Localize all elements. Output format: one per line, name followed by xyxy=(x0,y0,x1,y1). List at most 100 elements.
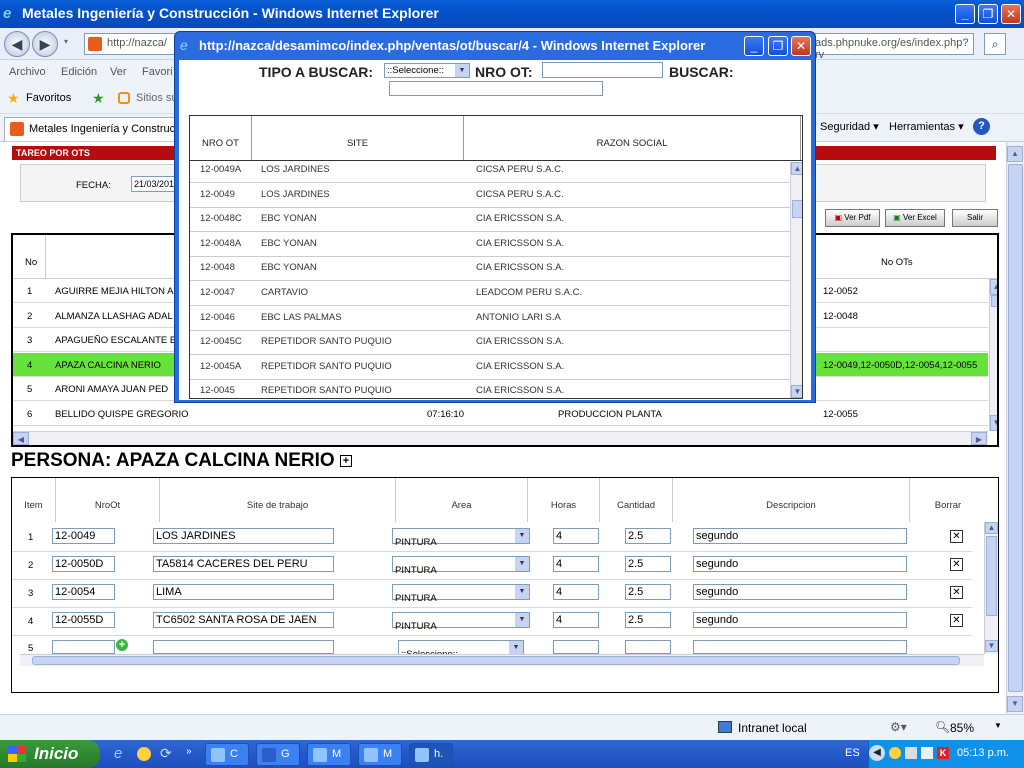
zoom-label[interactable]: 85% xyxy=(950,721,974,735)
cantidad-input[interactable]: 2.5 xyxy=(625,612,671,628)
close-button[interactable]: ✕ xyxy=(1001,4,1021,24)
ot-result-row[interactable]: 12-0048A EBC YONAN CIA ERICSSON S.A. xyxy=(190,232,790,257)
new-horas-input[interactable] xyxy=(553,640,599,654)
popup-minimize-button[interactable]: _ xyxy=(744,36,764,56)
menu-archivo[interactable]: Archivo xyxy=(9,66,46,78)
back-button[interactable]: ◀ xyxy=(4,31,30,57)
horas-input[interactable]: 4 xyxy=(553,612,599,628)
new-area-dropdown-icon[interactable]: ▼ xyxy=(509,641,523,654)
workers-vscroll[interactable]: ▲ ▼ xyxy=(989,279,997,431)
area-select[interactable]: PINTURA ▼ xyxy=(392,584,530,604)
task-button[interactable]: M xyxy=(358,743,402,766)
nro-ot-input[interactable] xyxy=(542,62,663,78)
task-button[interactable]: h. xyxy=(409,743,453,766)
task-button[interactable]: C xyxy=(205,743,249,766)
page-scroll-up-icon[interactable]: ▲ xyxy=(1007,146,1023,162)
salir-button[interactable]: Salir xyxy=(952,209,998,227)
site-input[interactable]: TC6502 SANTA ROSA DE JAEN xyxy=(153,612,334,628)
help-icon[interactable]: ? xyxy=(973,118,990,135)
site-input[interactable]: LIMA xyxy=(153,584,334,600)
scroll-thumb[interactable] xyxy=(991,295,997,307)
detail-vscroll[interactable]: ▲ ▼ xyxy=(984,522,998,654)
descripcion-input[interactable]: segundo xyxy=(693,612,907,628)
page-scroll-thumb[interactable] xyxy=(1008,164,1023,692)
area-dropdown-icon[interactable]: ▼ xyxy=(515,529,529,543)
herramientas-menu[interactable]: Herramientas ▾ xyxy=(889,120,964,133)
tray-antivirus-icon[interactable]: K xyxy=(937,747,949,759)
quicklaunch-more-icon[interactable]: » xyxy=(186,746,192,757)
site-input[interactable]: TA5814 CACERES DEL PERU xyxy=(153,556,334,572)
ot-result-row[interactable]: 12-0048 EBC YONAN CIA ERICSSON S.A. xyxy=(190,256,790,282)
minimize-button[interactable]: _ xyxy=(955,4,975,24)
area-select[interactable]: PINTURA ▼ xyxy=(392,528,530,548)
tipo-dropdown-icon[interactable]: ▼ xyxy=(455,64,469,77)
new-site-input[interactable] xyxy=(153,640,334,654)
quicklaunch-ie-icon[interactable]: e xyxy=(114,745,122,762)
task-button[interactable]: M xyxy=(307,743,351,766)
cantidad-input[interactable]: 2.5 xyxy=(625,528,671,544)
ot-result-row[interactable]: 12-0046 EBC LAS PALMAS ANTONIO LARI S.A xyxy=(190,306,790,331)
quicklaunch-messenger-icon[interactable] xyxy=(137,747,151,761)
popup-vscroll[interactable]: ▲ ▼ xyxy=(790,162,802,398)
popup-scroll-thumb[interactable] xyxy=(792,200,802,218)
new-area-select[interactable]: ::Seleccione::▼ xyxy=(398,640,524,660)
quicklaunch-browser-icon[interactable]: ⟳ xyxy=(160,745,172,762)
tray-safe-remove-icon[interactable] xyxy=(921,747,933,759)
horas-input[interactable]: 4 xyxy=(553,528,599,544)
detail-hscroll-thumb[interactable] xyxy=(32,656,960,665)
area-select[interactable]: PINTURA ▼ xyxy=(392,556,530,576)
detail-scroll-up-icon[interactable]: ▲ xyxy=(985,522,998,534)
delete-icon[interactable]: ✕ xyxy=(950,586,963,599)
page-scroll-down-icon[interactable]: ▼ xyxy=(1007,696,1023,712)
menu-favoritos[interactable]: Favori xyxy=(142,66,173,78)
ot-result-row[interactable]: 12-0048C EBC YONAN CIA ERICSSON S.A. xyxy=(190,207,790,233)
descripcion-input[interactable]: segundo xyxy=(693,556,907,572)
add-icon[interactable]: + xyxy=(116,639,128,651)
language-indicator[interactable]: ES xyxy=(845,747,860,759)
scroll-left-icon[interactable]: ◀ xyxy=(13,432,29,445)
nroot-input[interactable]: 12-0054 xyxy=(52,584,115,600)
nroot-input[interactable]: 12-0049 xyxy=(52,528,115,544)
new-cantidad-input[interactable] xyxy=(625,640,671,654)
ot-result-row[interactable]: 12-0045A REPETIDOR SANTO PUQUIO CIA ERICSS… xyxy=(190,355,790,380)
add-favorite-icon[interactable]: ★ xyxy=(92,90,105,107)
detail-scroll-thumb[interactable] xyxy=(986,536,997,616)
site-input[interactable]: LOS JARDINES xyxy=(153,528,334,544)
clock[interactable]: 05:13 p.m. xyxy=(957,747,1009,759)
tipo-select[interactable]: ::Seleccione:: ▼ xyxy=(384,63,470,78)
new-nroot-input[interactable] xyxy=(52,640,115,654)
history-chevron-icon[interactable]: ▾ xyxy=(64,37,68,46)
area-dropdown-icon[interactable]: ▼ xyxy=(515,557,529,571)
tray-collapse-icon[interactable]: ◀ xyxy=(869,745,885,761)
favoritos-button[interactable]: Favoritos xyxy=(26,92,71,104)
tray-network-icon[interactable] xyxy=(905,747,917,759)
table-row[interactable]: 6 BELLIDO QUISPE GREGORIO 07:16:10 PRODUCCI… xyxy=(13,402,988,426)
protected-mode-icon[interactable]: ⚙▾ xyxy=(890,720,907,734)
ver-pdf-button[interactable]: ▣ Ver Pdf xyxy=(825,209,880,227)
detail-hscroll[interactable] xyxy=(20,654,984,666)
page-vscroll[interactable]: ▲ ▼ xyxy=(1006,142,1024,714)
popup-scroll-up-icon[interactable]: ▲ xyxy=(791,162,802,175)
ot-result-row[interactable]: 12-0047 CARTAVIO LEADCOM PERU S.A.C. xyxy=(190,281,790,306)
zoom-chevron-icon[interactable]: ▼ xyxy=(994,721,1002,730)
ot-result-row[interactable]: 12-0049A LOS JARDINES CICSA PERU S.A.C. xyxy=(190,158,790,183)
cantidad-input[interactable]: 2.5 xyxy=(625,584,671,600)
tab-main[interactable]: Metales Ingeniería y Construc xyxy=(4,117,184,141)
descripcion-input[interactable]: segundo xyxy=(693,584,907,600)
zoom-icon[interactable]: 🔍︎ xyxy=(935,720,950,734)
delete-icon[interactable]: ✕ xyxy=(950,530,963,543)
delete-icon[interactable]: ✕ xyxy=(950,558,963,571)
detail-scroll-down-icon[interactable]: ▼ xyxy=(985,640,998,652)
start-button[interactable]: Inicio xyxy=(0,740,100,768)
ot-result-row[interactable]: 12-0045 REPETIDOR SANTO PUQUIO CIA ERICSSO… xyxy=(190,379,790,398)
area-dropdown-icon[interactable]: ▼ xyxy=(515,613,529,627)
area-dropdown-icon[interactable]: ▼ xyxy=(515,585,529,599)
tray-messenger-icon[interactable] xyxy=(889,747,901,759)
nroot-input[interactable]: 12-0055D xyxy=(52,612,115,628)
seguridad-menu[interactable]: Seguridad ▾ xyxy=(820,120,879,133)
expand-icon[interactable]: + xyxy=(340,454,352,467)
task-button[interactable]: G xyxy=(256,743,300,766)
scroll-down-icon[interactable]: ▼ xyxy=(990,415,997,431)
descripcion-input[interactable]: segundo xyxy=(693,528,907,544)
cantidad-input[interactable]: 2.5 xyxy=(625,556,671,572)
